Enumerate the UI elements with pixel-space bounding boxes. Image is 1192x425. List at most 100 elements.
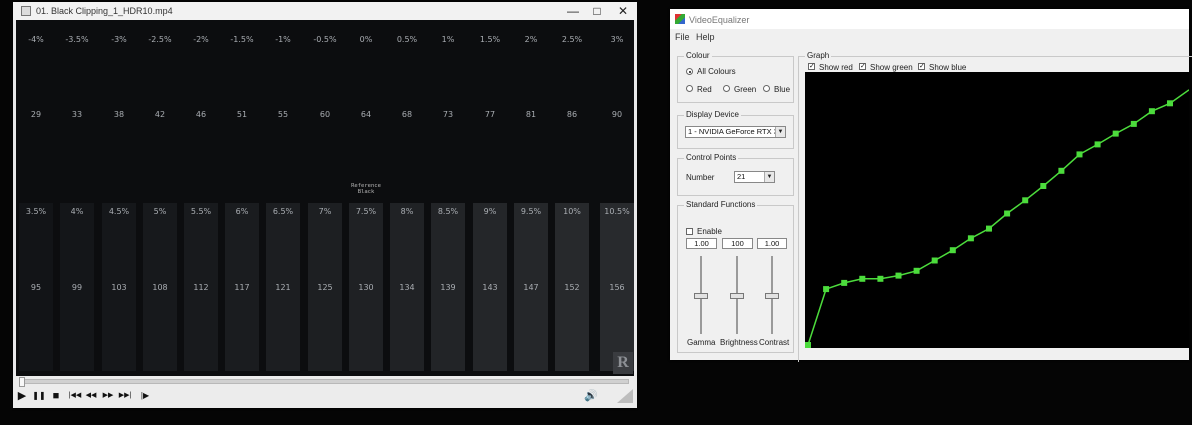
bottom-value-label: 152 <box>564 283 580 292</box>
tone-curve-svg[interactable] <box>805 72 1190 348</box>
gamma-value-field[interactable]: 1.00 <box>686 238 717 249</box>
play-icon[interactable]: ▶ <box>15 389 29 403</box>
gamma-slider-thumb[interactable] <box>694 293 708 299</box>
frame-step-icon[interactable]: |▶ <box>139 389 151 403</box>
rewind-icon[interactable]: ◀◀ <box>84 389 98 403</box>
gamma-label: Gamma <box>687 338 716 347</box>
bottom-value-label: 103 <box>111 283 127 292</box>
control-point-marker <box>1076 151 1083 158</box>
bottom-percent-label: 6% <box>235 207 249 216</box>
volume-icon[interactable]: 🔊 <box>583 389 599 403</box>
fast-forward-icon[interactable]: ▶▶ <box>101 389 115 403</box>
maximize-button[interactable]: □ <box>585 2 609 20</box>
control-point-marker <box>1058 167 1065 174</box>
stop-icon[interactable]: ■ <box>50 389 62 403</box>
show-blue-checkbox[interactable]: ✓ <box>918 63 925 70</box>
green-label: Green <box>734 85 757 94</box>
display-device-select[interactable]: 1 - NVIDIA GeForce RTX 305 ▼ <box>685 126 786 138</box>
show-blue-label: Show blue <box>929 63 967 72</box>
top-percent-label: -4% <box>28 35 44 44</box>
bottom-value-label: 112 <box>193 283 209 292</box>
control-point-marker <box>986 225 992 232</box>
equalizer-title-bar[interactable]: VideoEqualizer <box>670 9 1189 29</box>
control-point-marker <box>913 267 920 274</box>
chevron-down-icon: ▼ <box>775 127 785 137</box>
control-point-marker <box>1167 100 1173 107</box>
show-red-checkbox[interactable]: ✓ <box>808 63 815 70</box>
bottom-value-label: 108 <box>152 283 168 292</box>
contrast-slider-thumb[interactable] <box>765 293 779 299</box>
bottom-value-label: 121 <box>275 283 291 292</box>
number-label: Number <box>686 173 715 182</box>
green-radio[interactable] <box>723 85 730 92</box>
volume-slider[interactable] <box>617 389 633 403</box>
pause-icon[interactable]: ❚❚ <box>32 389 46 403</box>
control-point-marker <box>1112 130 1119 137</box>
reference-black-label: Reference Black <box>351 183 381 195</box>
bottom-value-label: 95 <box>30 283 42 292</box>
bottom-percent-label: 5.5% <box>190 207 212 216</box>
graph-group-label: Graph <box>805 51 832 60</box>
video-frame[interactable]: -4% -3.5% -3% -2.5% -2% -1.5% -1% -0.5% 0% 0.5% 1%… <box>16 20 634 376</box>
show-green-checkbox[interactable]: ✓ <box>859 63 866 70</box>
bottom-percent-label: 10.5% <box>604 207 630 216</box>
tone-curve-graph[interactable] <box>805 72 1190 348</box>
top-value-label: 77 <box>484 110 496 119</box>
top-percent-label: 2.5% <box>561 35 583 44</box>
bottom-percent-label: 7.5% <box>355 207 377 216</box>
colour-group: Colour All Colours Red Green Blue <box>677 51 794 103</box>
bottom-value-label: 156 <box>609 283 625 292</box>
control-point-marker <box>967 235 974 242</box>
player-title-bar[interactable]: 01. Black Clipping_1_HDR10.mp4 — □ ✕ <box>13 2 637 20</box>
contrast-value-field[interactable]: 1.00 <box>757 238 787 249</box>
watermark-logo: R <box>613 352 633 374</box>
control-point-marker <box>805 342 811 348</box>
bottom-value-label: 130 <box>358 283 374 292</box>
seek-handle[interactable] <box>19 377 25 387</box>
enable-checkbox[interactable] <box>686 228 693 235</box>
contrast-label: Contrast <box>759 338 790 347</box>
bottom-percent-label: 3.5% <box>25 207 47 216</box>
control-points-group: Control Points Number 21 ▼ <box>677 153 794 196</box>
control-point-marker <box>1004 210 1011 217</box>
blue-radio[interactable] <box>763 85 770 92</box>
previous-track-icon[interactable]: |◀◀ <box>67 389 83 403</box>
menu-file[interactable]: File <box>675 32 690 42</box>
top-percent-label: -3.5% <box>65 35 89 44</box>
red-label: Red <box>697 85 712 94</box>
brightness-slider-thumb[interactable] <box>730 293 744 299</box>
control-point-marker <box>895 272 902 279</box>
top-value-label: 46 <box>195 110 207 119</box>
tone-curve-line <box>807 89 1190 346</box>
control-points-number-select[interactable]: 21 ▼ <box>734 171 775 183</box>
display-device-group: Display Device 1 - NVIDIA GeForce RTX 30… <box>677 110 794 149</box>
red-radio[interactable] <box>686 85 693 92</box>
colour-group-label: Colour <box>684 51 712 60</box>
control-point-marker <box>877 275 884 282</box>
bottom-value-label: 143 <box>482 283 498 292</box>
top-value-label: 42 <box>154 110 166 119</box>
enable-label: Enable <box>697 227 722 236</box>
all-colours-radio[interactable] <box>686 68 693 75</box>
control-point-marker <box>841 279 848 286</box>
top-value-label: 60 <box>319 110 331 119</box>
top-value-label: 73 <box>442 110 454 119</box>
close-button[interactable]: ✕ <box>611 2 635 20</box>
next-track-icon[interactable]: ▶▶| <box>117 389 133 403</box>
bottom-value-label: 147 <box>523 283 539 292</box>
menu-help[interactable]: Help <box>696 32 715 42</box>
brightness-value-field[interactable]: 100 <box>722 238 753 249</box>
video-equalizer-window: VideoEqualizer File Help Colour All Colo… <box>670 9 1192 362</box>
player-window-title: 01. Black Clipping_1_HDR10.mp4 <box>36 6 173 16</box>
seek-bar[interactable] <box>19 379 629 384</box>
brightness-label: Brightness <box>720 338 758 347</box>
bottom-value-label: 99 <box>71 283 83 292</box>
minimize-button[interactable]: — <box>561 2 585 20</box>
standard-functions-label: Standard Functions <box>684 200 758 209</box>
top-value-label: 38 <box>113 110 125 119</box>
all-colours-label: All Colours <box>697 67 736 76</box>
bottom-percent-label: 8.5% <box>437 207 459 216</box>
media-player-icon <box>21 6 31 16</box>
bottom-percent-label: 5% <box>153 207 167 216</box>
top-percent-label: 0% <box>359 35 373 44</box>
